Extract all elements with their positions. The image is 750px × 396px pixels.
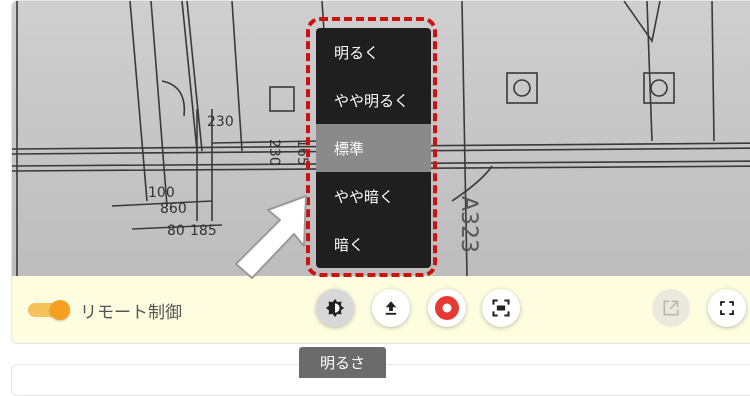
brightness-option-slightly-darker[interactable]: やや暗く — [316, 172, 431, 220]
fullscreen-icon — [720, 301, 734, 315]
svg-text:230: 230 — [266, 139, 282, 166]
svg-text:165: 165 — [294, 139, 310, 166]
brightness-button[interactable] — [316, 289, 354, 327]
brightness-icon — [325, 298, 345, 318]
fullscreen-button[interactable] — [708, 289, 746, 327]
brightness-option-slightly-brighter[interactable]: やや明るく — [316, 76, 431, 124]
screenshot-button[interactable] — [482, 289, 520, 327]
control-bar: リモート制御 — [12, 276, 750, 343]
svg-text:A323: A323 — [456, 196, 481, 253]
svg-text:80: 80 — [167, 223, 185, 239]
remote-control-label: リモート制御 — [80, 303, 182, 323]
svg-text:185: 185 — [190, 223, 217, 239]
external-link-button[interactable] — [652, 289, 690, 327]
toggle-knob — [50, 300, 70, 320]
screenshot-icon — [492, 299, 510, 317]
brightness-menu: 明るく やや明るく 標準 やや暗く 暗く — [316, 28, 431, 268]
external-link-icon — [663, 300, 679, 316]
svg-text:100: 100 — [148, 185, 175, 201]
remote-control-toggle[interactable] — [28, 299, 70, 320]
svg-text:230: 230 — [207, 114, 234, 130]
record-button[interactable] — [428, 289, 466, 327]
upload-button[interactable] — [372, 289, 410, 327]
upload-icon — [385, 301, 397, 315]
brightness-option-darker[interactable]: 暗く — [316, 220, 431, 268]
record-icon — [435, 296, 459, 320]
svg-text:860: 860 — [160, 201, 187, 217]
brightness-option-standard[interactable]: 標準 — [316, 124, 431, 172]
pointer-arrow-icon — [235, 195, 307, 279]
brightness-tooltip: 明るさ — [299, 347, 386, 378]
brightness-option-brighter[interactable]: 明るく — [316, 28, 431, 76]
